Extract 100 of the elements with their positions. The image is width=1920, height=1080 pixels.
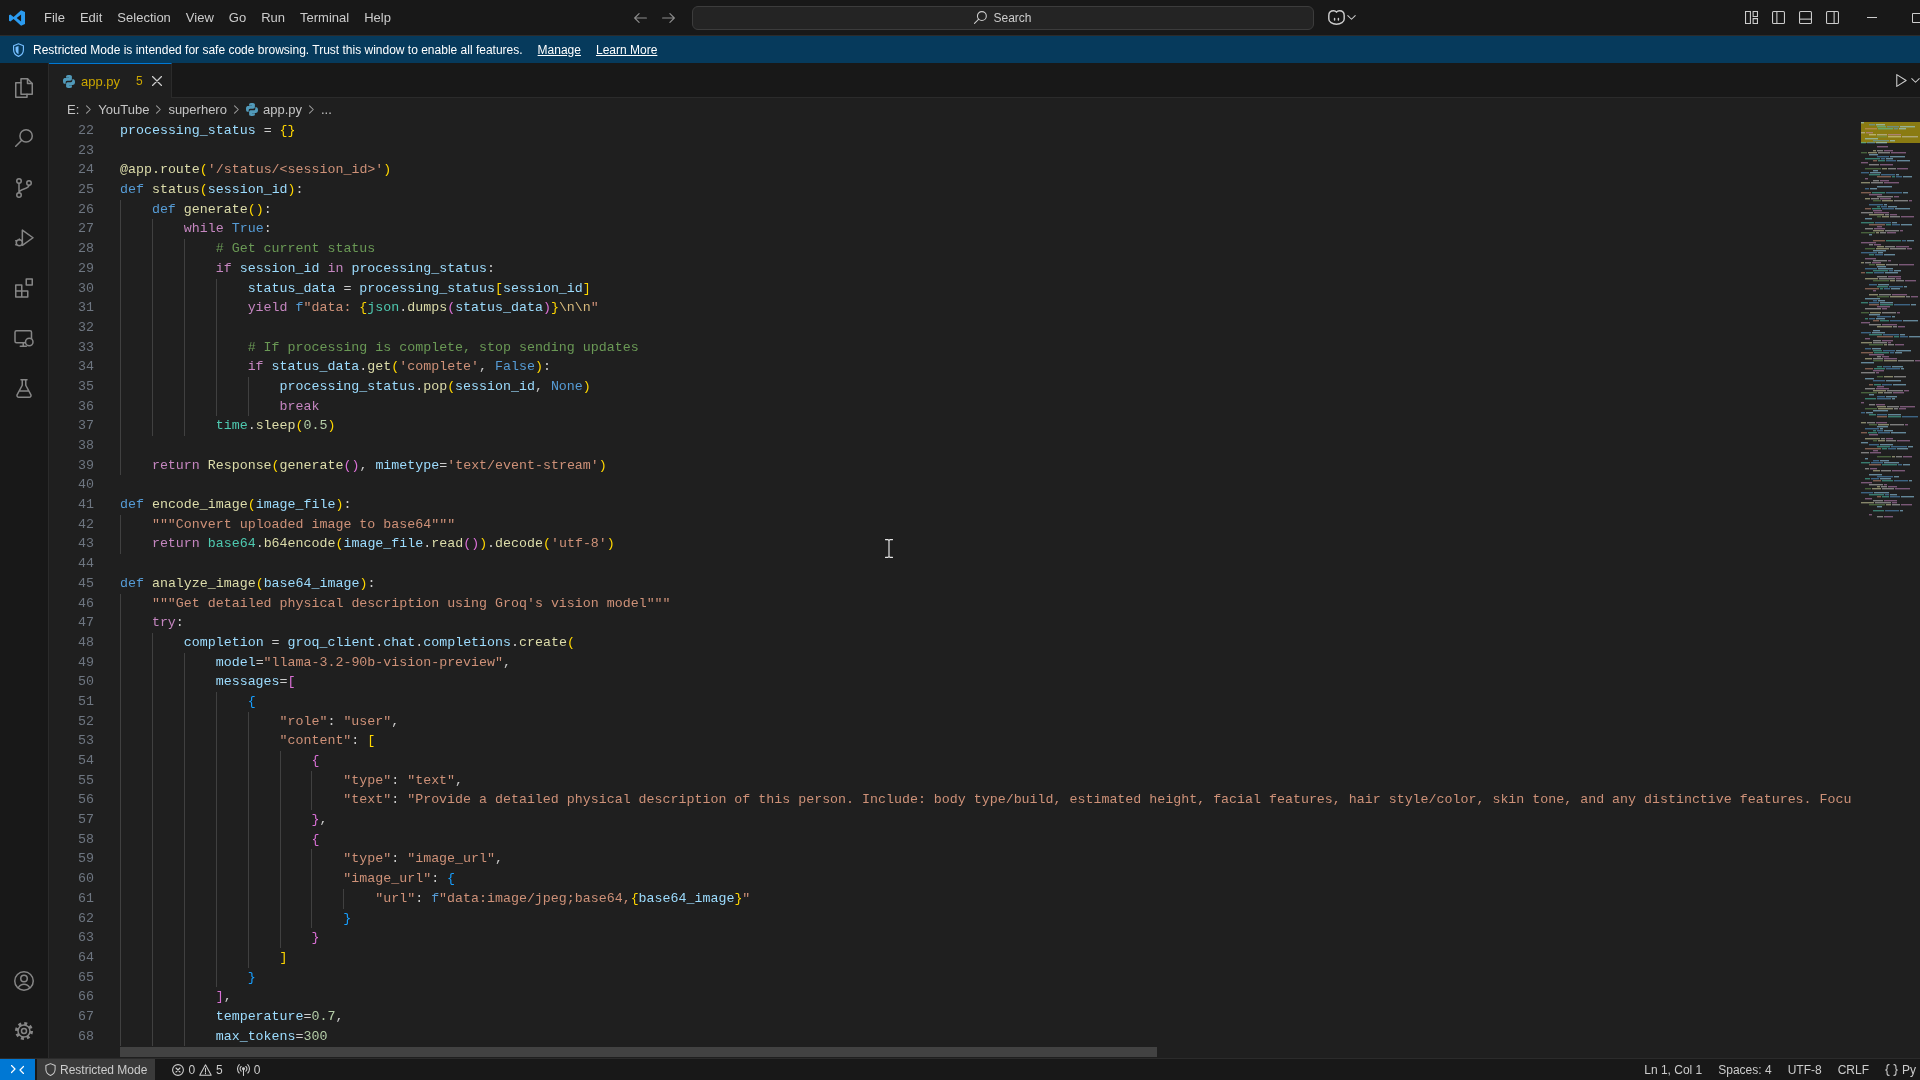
menu-item[interactable]: Go (221, 5, 254, 30)
breadcrumb-item[interactable]: app.py (245, 102, 302, 117)
code-line: "content": [ (279, 732, 376, 751)
flask-icon[interactable] (16, 378, 32, 398)
line-number: 51 (77, 692, 94, 711)
code-line: { (311, 752, 320, 770)
language-button[interactable]: Py (1877, 1059, 1920, 1080)
extensions-icon[interactable] (15, 278, 33, 298)
layout-icon[interactable] (1745, 11, 1758, 24)
ports-button[interactable]: 0 (229, 1059, 268, 1080)
line-number: 54 (77, 752, 94, 770)
line-ending-button[interactable]: CRLF (1829, 1059, 1877, 1080)
breadcrumb-item[interactable]: ... (321, 102, 332, 117)
menu-item[interactable]: Terminal (292, 5, 357, 30)
code-line: if session_id in processing_status: (215, 259, 496, 278)
chevron-down-icon[interactable] (1347, 15, 1356, 20)
code-line: """Get detailed physical description using Groq's vision model""" (151, 594, 671, 613)
line-number: 27 (77, 220, 94, 239)
breadcrumb-item[interactable]: YouTube (98, 102, 150, 117)
shield-icon (12, 42, 24, 57)
sidebar-right-icon[interactable] (1826, 11, 1839, 24)
breadcrumb-item[interactable]: superhero (168, 102, 227, 117)
chevron-down-icon[interactable] (1911, 78, 1920, 83)
line-number: 30 (77, 279, 94, 298)
shield-icon (45, 1063, 56, 1076)
code-line: "type": "text", (343, 771, 464, 790)
code-line: def analyze_image(base64_image): (120, 574, 376, 593)
encoding-button[interactable]: UTF-8 (1779, 1059, 1830, 1080)
line-number: 42 (77, 515, 94, 534)
arrow-left-icon[interactable] (634, 12, 647, 23)
menu-item[interactable]: Edit (72, 5, 110, 30)
chevron-right-icon (86, 105, 92, 114)
indentation-button[interactable]: Spaces: 4 (1710, 1059, 1780, 1080)
code-line: return base64.b64encode(image_file.read()).decode('utf-8') (151, 535, 615, 554)
panel-icon[interactable] (1799, 11, 1812, 24)
menu-item[interactable]: File (36, 5, 73, 30)
search-bar[interactable]: Search (692, 5, 1314, 30)
code-line: temperature=0.7, (215, 1007, 344, 1026)
code-line: completion = groq_client.chat.completions.create( (183, 633, 575, 652)
code-line: max_tokens=300 (215, 1027, 328, 1046)
code-line: break (279, 397, 320, 416)
menu-item[interactable]: View (178, 5, 222, 30)
line-number: 59 (77, 850, 94, 869)
restricted-mode-button[interactable]: Restricted Mode (37, 1059, 156, 1080)
radio-tower-icon (236, 1063, 250, 1076)
problem-count: 5 (136, 74, 143, 88)
code-line: } (311, 929, 320, 948)
line-number: 66 (77, 988, 94, 1007)
line-number: 46 (77, 594, 94, 613)
close-icon[interactable] (151, 76, 162, 86)
code-line: ], (215, 988, 232, 1007)
line-number: 65 (77, 968, 94, 987)
play-icon[interactable] (1896, 74, 1907, 87)
play-bug-icon[interactable] (14, 229, 34, 247)
code-line: try: (151, 614, 184, 633)
account-icon[interactable] (14, 971, 34, 991)
line-number: 43 (77, 535, 94, 554)
banner-link[interactable]: Learn More (595, 42, 658, 57)
menu-item[interactable]: Selection (109, 5, 179, 30)
code-line: # Get current status (215, 240, 376, 259)
line-number: 49 (77, 653, 94, 672)
remote-button[interactable] (0, 1059, 35, 1080)
monitor-icon[interactable] (14, 329, 34, 347)
editor-tab[interactable]: app.py 5 (49, 63, 172, 98)
banner-message: Restricted Mode is intended for safe code browsing. Trust this window to enable all features. (33, 42, 523, 57)
breadcrumb-item[interactable]: E: (67, 102, 80, 117)
code-line: "role": "user", (279, 712, 400, 731)
line-number: 35 (77, 377, 94, 396)
remote-icon (11, 1065, 24, 1074)
braces-icon (1885, 1063, 1898, 1076)
line-number: 41 (77, 496, 94, 515)
file-icon (245, 103, 258, 116)
arrow-right-icon[interactable] (662, 12, 675, 23)
line-number: 45 (77, 574, 94, 593)
robot-icon[interactable] (1328, 10, 1345, 25)
code-line: time.sleep(0.5) (215, 417, 336, 436)
menu-item[interactable]: Run (253, 5, 293, 30)
maximize-icon[interactable] (1912, 12, 1920, 23)
minimap-drawing[interactable] (1860, 122, 1920, 518)
banner-link[interactable]: Manage (537, 42, 581, 57)
code-line: status_data = processing_status[session_id] (247, 279, 591, 298)
line-number: 63 (77, 929, 94, 948)
line-number: 34 (77, 358, 94, 377)
branch-icon[interactable] (16, 178, 32, 198)
line-number: 36 (77, 397, 94, 416)
code-line: "type": "image_url", (343, 850, 503, 869)
code-line: } (343, 909, 352, 928)
files-icon[interactable] (15, 78, 33, 98)
line-number: 22 (77, 122, 94, 140)
code-line: # If processing is complete, stop sending updates (247, 338, 639, 357)
line-number: 44 (77, 555, 94, 574)
settings-icon[interactable] (15, 1022, 33, 1040)
scrollbar-thumb[interactable] (120, 1047, 1157, 1057)
line-number: 48 (77, 633, 94, 652)
menu-item[interactable]: Help (356, 5, 399, 30)
line-number: 47 (77, 614, 94, 633)
sidebar-left-icon[interactable] (1772, 11, 1785, 24)
search-icon[interactable] (15, 129, 33, 147)
problems-button[interactable]: 0 5 (165, 1059, 230, 1080)
cursor-position[interactable]: Ln 1, Col 1 (1636, 1059, 1711, 1080)
